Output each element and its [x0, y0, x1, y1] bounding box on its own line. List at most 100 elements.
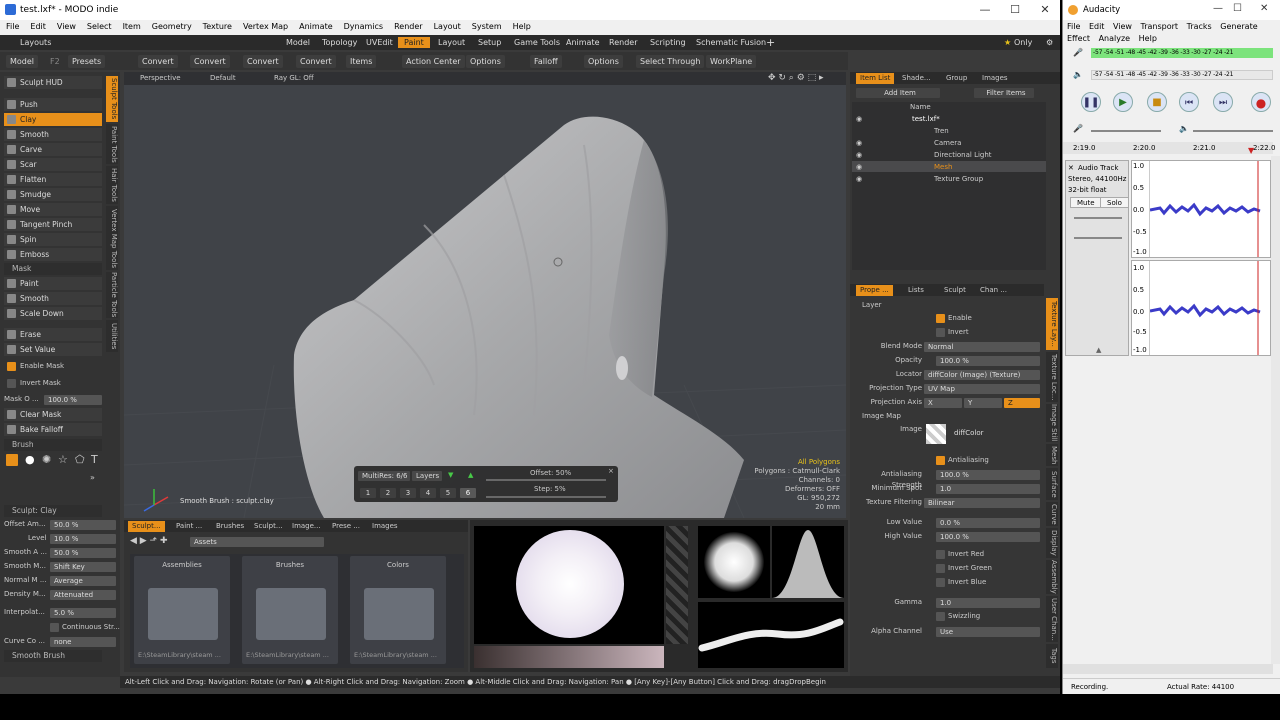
maximize-button[interactable]: ☐ — [1000, 0, 1030, 20]
layout-tab-render[interactable]: Render — [603, 37, 643, 48]
pause-button[interactable]: ❚❚ — [1081, 92, 1101, 112]
tab-group[interactable]: Group — [946, 73, 967, 84]
assets-tab-brushes[interactable]: Brushes — [216, 521, 244, 532]
interpolation-field[interactable]: 5.0 % — [50, 608, 116, 618]
menu-layout[interactable]: Layout — [428, 20, 466, 31]
mask-smooth[interactable]: Smooth — [4, 292, 102, 305]
convert-button-1[interactable]: Convert — [138, 55, 178, 68]
convert-button-2[interactable]: Convert — [190, 55, 230, 68]
audacity-menu-effect[interactable]: Effect — [1067, 34, 1090, 43]
brush-soft-icon[interactable] — [6, 454, 18, 466]
color-wheel[interactable] — [516, 530, 624, 638]
axis-y-button[interactable]: Y — [964, 398, 1002, 408]
level-4[interactable]: 4 — [420, 488, 436, 498]
visibility-eye-icon[interactable]: ◉ — [856, 174, 862, 185]
convert-button-3[interactable]: Convert — [243, 55, 283, 68]
layout-tab-scripting[interactable]: Scripting — [644, 37, 692, 48]
skip-end-button[interactable]: ⏭ — [1213, 92, 1233, 112]
menu-dynamics[interactable]: Dynamics — [338, 20, 388, 31]
level-2[interactable]: 2 — [380, 488, 396, 498]
solo-button[interactable]: Solo — [1100, 197, 1129, 208]
horizontal-scrollbar[interactable] — [1063, 664, 1273, 674]
menu-view[interactable]: View — [51, 20, 81, 31]
collapse-track-icon[interactable]: ▲ — [1096, 345, 1101, 356]
record-button[interactable]: ● — [1251, 92, 1271, 112]
vtab-paint-tools[interactable]: Paint Tools — [106, 124, 118, 164]
menu-select[interactable]: Select — [81, 20, 117, 31]
skip-start-button[interactable]: ⏮ — [1179, 92, 1199, 112]
layouts-menu[interactable]: Layouts — [14, 37, 57, 48]
offset-amount-field[interactable]: 50.0 % — [50, 520, 116, 530]
audacity-menu-file[interactable]: File — [1067, 22, 1080, 31]
track-name-menu[interactable]: Audio Track — [1078, 163, 1118, 174]
tree-camera[interactable]: Camera — [934, 138, 961, 149]
vtab-assembly[interactable]: Assembly — [1046, 560, 1058, 594]
menu-animate[interactable]: Animate — [293, 20, 338, 31]
tab-channels[interactable]: Chan ... — [980, 285, 1007, 296]
level-down-icon[interactable]: ▼ — [448, 470, 453, 481]
color-wheel-panel[interactable] — [474, 526, 664, 644]
play-button[interactable]: ▶ — [1113, 92, 1133, 112]
only-toggle[interactable]: Only — [1008, 37, 1038, 48]
options-button-2[interactable]: Options — [584, 55, 623, 68]
tab-item-list[interactable]: Item List — [856, 73, 895, 84]
track-close-icon[interactable]: ✕ — [1068, 163, 1074, 174]
axis-z-button[interactable]: Z — [1004, 398, 1040, 408]
add-layout-tab-button[interactable]: + — [760, 37, 781, 48]
brush-text-icon[interactable]: T — [91, 454, 98, 465]
vtab-utilities[interactable]: Utilities — [106, 320, 118, 352]
curve-control-select[interactable]: none — [50, 637, 116, 647]
mode-model-button[interactable]: Model — [6, 55, 39, 68]
brush-pentagon-icon[interactable]: ⬠ — [75, 454, 85, 465]
tree-tren[interactable]: Tren — [934, 126, 949, 137]
continuous-stroke-checkbox[interactable] — [50, 623, 59, 632]
tree-scene[interactable]: test.lxf* — [912, 114, 940, 125]
menu-item[interactable]: Item — [117, 20, 146, 31]
menu-render[interactable]: Render — [388, 20, 427, 31]
tree-texture-group[interactable]: Texture Group — [934, 174, 983, 185]
assets-tab-presets[interactable]: Prese ... — [332, 521, 360, 532]
waveform-left-channel[interactable]: 1.0 0.5 0.0 -0.5 -1.0 — [1131, 160, 1271, 258]
audacity-close-button[interactable]: ✕ — [1260, 3, 1268, 14]
action-center-button[interactable]: Action Center — [402, 55, 465, 68]
folder-colors[interactable]: Colors E:\SteamLibrary\steam ... — [350, 556, 446, 664]
mask-paint[interactable]: Paint — [4, 277, 102, 290]
minimize-button[interactable]: — — [970, 0, 1000, 20]
value-strip[interactable] — [666, 526, 688, 644]
gear-icon[interactable]: ⚙ — [1040, 37, 1059, 48]
gain-slider[interactable] — [1074, 217, 1122, 219]
enable-checkbox[interactable] — [936, 314, 945, 323]
brush-section-header[interactable]: Brush — [4, 439, 102, 451]
smooth-amount-field[interactable]: 50.0 % — [50, 548, 116, 558]
antialiasing-checkbox[interactable] — [936, 456, 945, 465]
audacity-menu-generate[interactable]: Generate — [1220, 22, 1257, 31]
audacity-minimize-button[interactable]: — — [1213, 3, 1223, 14]
add-item-button[interactable]: Add Item — [856, 88, 940, 98]
mute-button[interactable]: Mute — [1070, 197, 1102, 208]
invert-red-checkbox[interactable] — [936, 550, 945, 559]
density-mode-select[interactable]: Attenuated — [50, 590, 116, 600]
smooth-brush-header[interactable]: Smooth Brush — [4, 650, 102, 662]
opacity-field[interactable]: 100.0 % — [936, 356, 1040, 366]
expand-icon[interactable]: » — [90, 472, 95, 483]
folder-brushes[interactable]: Brushes E:\SteamLibrary\steam ... — [242, 556, 338, 664]
tab-sculpt[interactable]: Sculpt — [944, 285, 966, 296]
brush-hard-icon[interactable]: ✺ — [42, 454, 51, 465]
low-value-field[interactable]: 0.0 % — [936, 518, 1040, 528]
assets-path-select[interactable]: Assets — [190, 537, 324, 547]
convert-button-4[interactable]: Convert — [296, 55, 336, 68]
assets-tab-images[interactable]: Images — [372, 521, 398, 532]
invert-checkbox[interactable] — [936, 328, 945, 337]
tab-properties[interactable]: Prope ... — [856, 285, 893, 296]
tool-smudge[interactable]: Smudge — [4, 188, 102, 201]
visibility-eye-icon[interactable]: ◉ — [856, 114, 862, 125]
pan-slider[interactable] — [1074, 237, 1122, 239]
nav-arrows-icon[interactable]: ◀ ▶ ⬏ ✚ — [130, 536, 168, 547]
mask-section-header[interactable]: Mask — [4, 263, 102, 275]
select-through-button[interactable]: Select Through — [636, 55, 705, 68]
tree-mesh[interactable]: Mesh — [934, 162, 952, 173]
audacity-menu-view[interactable]: View — [1113, 22, 1132, 31]
filter-items-button[interactable]: Filter Items — [974, 88, 1034, 98]
tab-lists[interactable]: Lists — [908, 285, 924, 296]
blend-mode-select[interactable]: Normal — [924, 342, 1040, 352]
